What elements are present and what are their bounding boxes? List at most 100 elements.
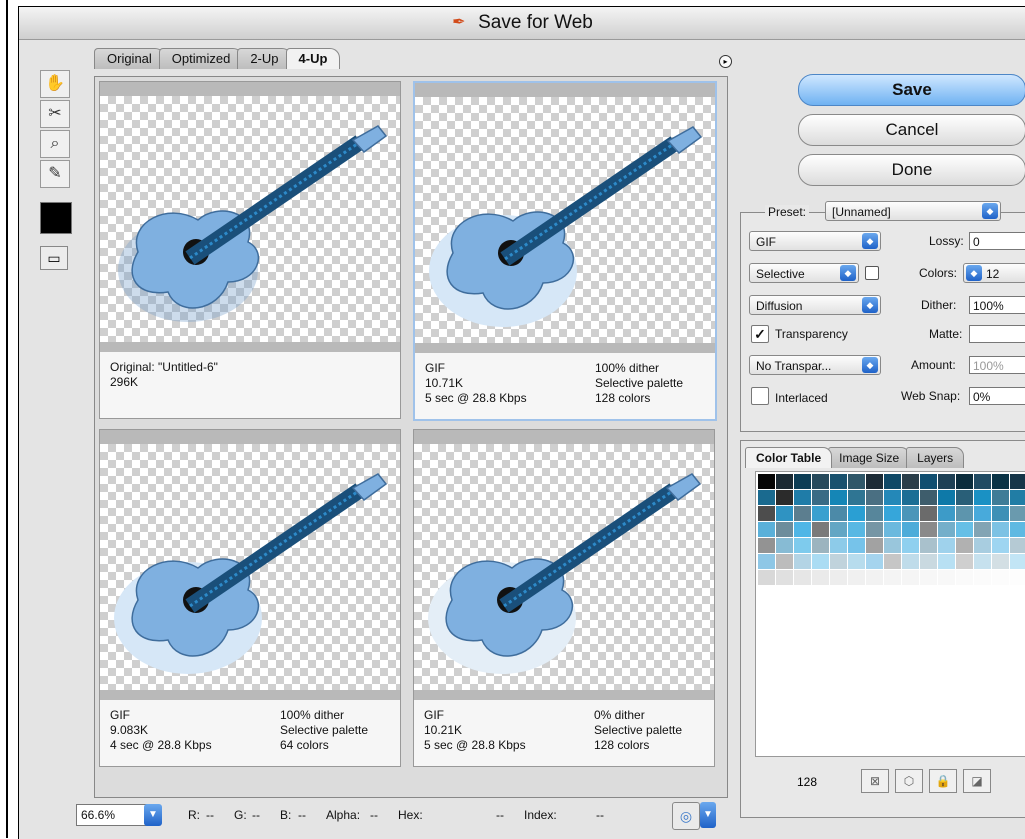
color-swatch[interactable]	[938, 474, 955, 489]
preset-dropdown[interactable]: [Unnamed] ◆	[825, 201, 1001, 221]
color-swatch[interactable]	[812, 554, 829, 569]
color-swatch[interactable]	[866, 538, 883, 553]
color-swatch[interactable]	[758, 490, 775, 505]
color-swatch[interactable]	[884, 538, 901, 553]
color-swatch[interactable]	[920, 490, 937, 505]
color-swatch[interactable]	[812, 570, 829, 585]
color-swatch[interactable]	[974, 570, 991, 585]
color-swatch[interactable]	[776, 538, 793, 553]
preview-in-browser-icon[interactable]: ◎	[672, 802, 700, 830]
color-swatch[interactable]	[758, 570, 775, 585]
color-swatch[interactable]	[776, 506, 793, 521]
palette-options-icon[interactable]	[865, 266, 879, 280]
eyedropper-color-swatch[interactable]	[40, 202, 72, 234]
web-snap-field[interactable]: 0%	[969, 387, 1025, 405]
color-swatch[interactable]	[758, 554, 775, 569]
color-swatch[interactable]	[794, 538, 811, 553]
color-swatch[interactable]	[866, 570, 883, 585]
tab-layers[interactable]: Layers	[906, 447, 965, 468]
color-swatch[interactable]	[812, 522, 829, 537]
color-swatch[interactable]	[812, 490, 829, 505]
color-swatch[interactable]	[992, 490, 1009, 505]
color-swatch[interactable]	[848, 538, 865, 553]
color-swatch[interactable]	[902, 506, 919, 521]
color-swatch[interactable]	[920, 570, 937, 585]
web-snap-cube-icon[interactable]: ⬡	[895, 769, 923, 793]
color-swatch[interactable]	[884, 474, 901, 489]
color-swatch[interactable]	[992, 570, 1009, 585]
color-swatch[interactable]	[938, 570, 955, 585]
tab-original[interactable]: Original	[94, 48, 165, 69]
color-swatch[interactable]	[902, 490, 919, 505]
color-swatch[interactable]	[812, 538, 829, 553]
color-swatch[interactable]	[884, 490, 901, 505]
color-swatch[interactable]	[1010, 522, 1025, 537]
save-button[interactable]: Save	[798, 74, 1025, 106]
tab-optimized[interactable]: Optimized	[158, 48, 244, 69]
interlaced-checkbox[interactable]	[751, 387, 769, 405]
colors-field[interactable]: ◆ 12	[963, 263, 1025, 283]
amount-field[interactable]: 100%	[969, 356, 1025, 374]
color-swatch[interactable]	[866, 474, 883, 489]
color-swatch[interactable]	[830, 570, 847, 585]
color-swatch[interactable]	[902, 538, 919, 553]
preview-canvas[interactable]	[100, 96, 400, 342]
color-swatch[interactable]	[884, 554, 901, 569]
color-swatch[interactable]	[830, 554, 847, 569]
color-swatch[interactable]	[884, 570, 901, 585]
color-swatch[interactable]	[992, 474, 1009, 489]
tab-4-up[interactable]: 4-Up	[285, 48, 341, 69]
color-swatch[interactable]	[758, 474, 775, 489]
color-swatch[interactable]	[1010, 474, 1025, 489]
color-swatch[interactable]	[902, 570, 919, 585]
color-swatch[interactable]	[866, 506, 883, 521]
color-swatch[interactable]	[848, 522, 865, 537]
color-swatch[interactable]	[938, 538, 955, 553]
web-shift-icon[interactable]: ⊠	[861, 769, 889, 793]
color-swatch[interactable]	[902, 522, 919, 537]
color-swatch[interactable]	[812, 474, 829, 489]
color-swatch[interactable]	[758, 522, 775, 537]
zoom-dropdown-icon[interactable]: ▼	[144, 804, 162, 826]
color-swatch[interactable]	[956, 522, 973, 537]
color-swatch[interactable]	[1010, 554, 1025, 569]
lock-color-icon[interactable]: 🔒	[929, 769, 957, 793]
color-swatch[interactable]	[974, 554, 991, 569]
color-swatch[interactable]	[920, 522, 937, 537]
preview-canvas[interactable]	[415, 97, 715, 343]
color-swatch[interactable]	[884, 522, 901, 537]
preview-canvas[interactable]	[100, 444, 400, 690]
color-swatch[interactable]	[992, 538, 1009, 553]
eyedropper-tool-icon[interactable]: ✎	[40, 160, 70, 188]
color-swatch[interactable]	[974, 474, 991, 489]
color-swatch[interactable]	[938, 554, 955, 569]
dither-field[interactable]: 100%	[969, 296, 1025, 314]
slice-select-tool-icon[interactable]: ✂	[40, 100, 70, 128]
browser-dropdown-icon[interactable]: ▼	[700, 802, 716, 828]
color-swatch[interactable]	[830, 522, 847, 537]
transparency-dither-dropdown[interactable]: No Transpar... ◆	[749, 355, 881, 375]
color-swatch[interactable]	[794, 506, 811, 521]
color-swatch[interactable]	[956, 490, 973, 505]
optimize-menu-icon[interactable]: ▸	[719, 55, 732, 68]
color-swatch[interactable]	[848, 554, 865, 569]
color-swatch[interactable]	[902, 474, 919, 489]
color-swatch[interactable]	[938, 506, 955, 521]
color-swatch[interactable]	[920, 538, 937, 553]
color-swatch[interactable]	[956, 570, 973, 585]
color-swatch[interactable]	[992, 506, 1009, 521]
color-swatch[interactable]	[1010, 570, 1025, 585]
color-swatch[interactable]	[794, 474, 811, 489]
color-swatch[interactable]	[758, 506, 775, 521]
matte-field[interactable]	[969, 325, 1025, 343]
color-swatch[interactable]	[830, 474, 847, 489]
color-swatch[interactable]	[812, 506, 829, 521]
zoom-tool-icon[interactable]: ⌕	[40, 130, 70, 158]
color-swatch[interactable]	[974, 506, 991, 521]
preview-pane-optimized-2[interactable]: GIF 9.083K 4 sec @ 28.8 Kbps 100% dither…	[99, 429, 401, 767]
color-swatch[interactable]	[884, 506, 901, 521]
color-swatch[interactable]	[848, 570, 865, 585]
color-swatch[interactable]	[938, 522, 955, 537]
tab-image-size[interactable]: Image Size	[828, 447, 911, 468]
color-swatch[interactable]	[992, 554, 1009, 569]
